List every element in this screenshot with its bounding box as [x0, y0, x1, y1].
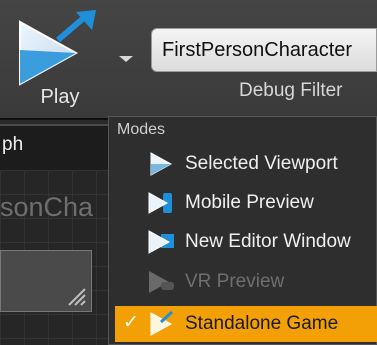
debug-filter-value: FirstPersonCharacter: [162, 39, 353, 61]
debug-filter-label: Debug Filter: [239, 80, 343, 101]
toolbar: Play FirstPersonCharacter Debug Filter: [0, 0, 377, 120]
graph-tab-label: ph: [2, 134, 24, 155]
menu-item-label: Standalone Game: [185, 313, 339, 334]
play-options-dropdown[interactable]: [113, 46, 139, 72]
menu-item-selected-viewport[interactable]: Selected Viewport: [115, 146, 377, 182]
standalone-play-icon: [150, 310, 174, 336]
menu-item-label: VR Preview: [185, 271, 285, 292]
menu-item-standalone-game[interactable]: ✓ Standalone Game: [115, 306, 377, 342]
graph-node[interactable]: [0, 250, 92, 312]
menu-item-label: New Editor Window: [185, 231, 351, 252]
menu-item-new-editor-window[interactable]: New Editor Window: [115, 224, 377, 260]
play-label: Play: [40, 86, 80, 108]
vr-play-icon: [149, 271, 174, 293]
menu-item-vr-preview: VR Preview: [115, 264, 377, 300]
menu-item-mobile-preview[interactable]: Mobile Preview: [115, 185, 377, 221]
modes-menu-header: Modes: [117, 121, 166, 138]
modes-menu: Modes Selected Viewport Mobile Preview N…: [108, 116, 377, 345]
debug-filter-select[interactable]: FirstPersonCharacter: [151, 28, 377, 72]
window-play-icon: [148, 230, 174, 254]
viewport-play-icon: [150, 152, 173, 176]
menu-item-label: Mobile Preview: [185, 192, 314, 213]
checkmark-icon: ✓: [123, 312, 139, 333]
graph-watermark-title: sonCha: [0, 192, 94, 222]
play-icon: [19, 10, 96, 86]
menu-item-label: Selected Viewport: [185, 153, 338, 174]
mobile-play-icon: [148, 192, 172, 214]
resize-grip-icon[interactable]: [65, 285, 87, 307]
play-button[interactable]: Play: [10, 8, 110, 116]
graph-tab[interactable]: ph: [0, 124, 110, 170]
chevron-down-icon: [119, 56, 133, 62]
editor-frame: Play FirstPersonCharacter Debug Filter p…: [0, 0, 377, 345]
